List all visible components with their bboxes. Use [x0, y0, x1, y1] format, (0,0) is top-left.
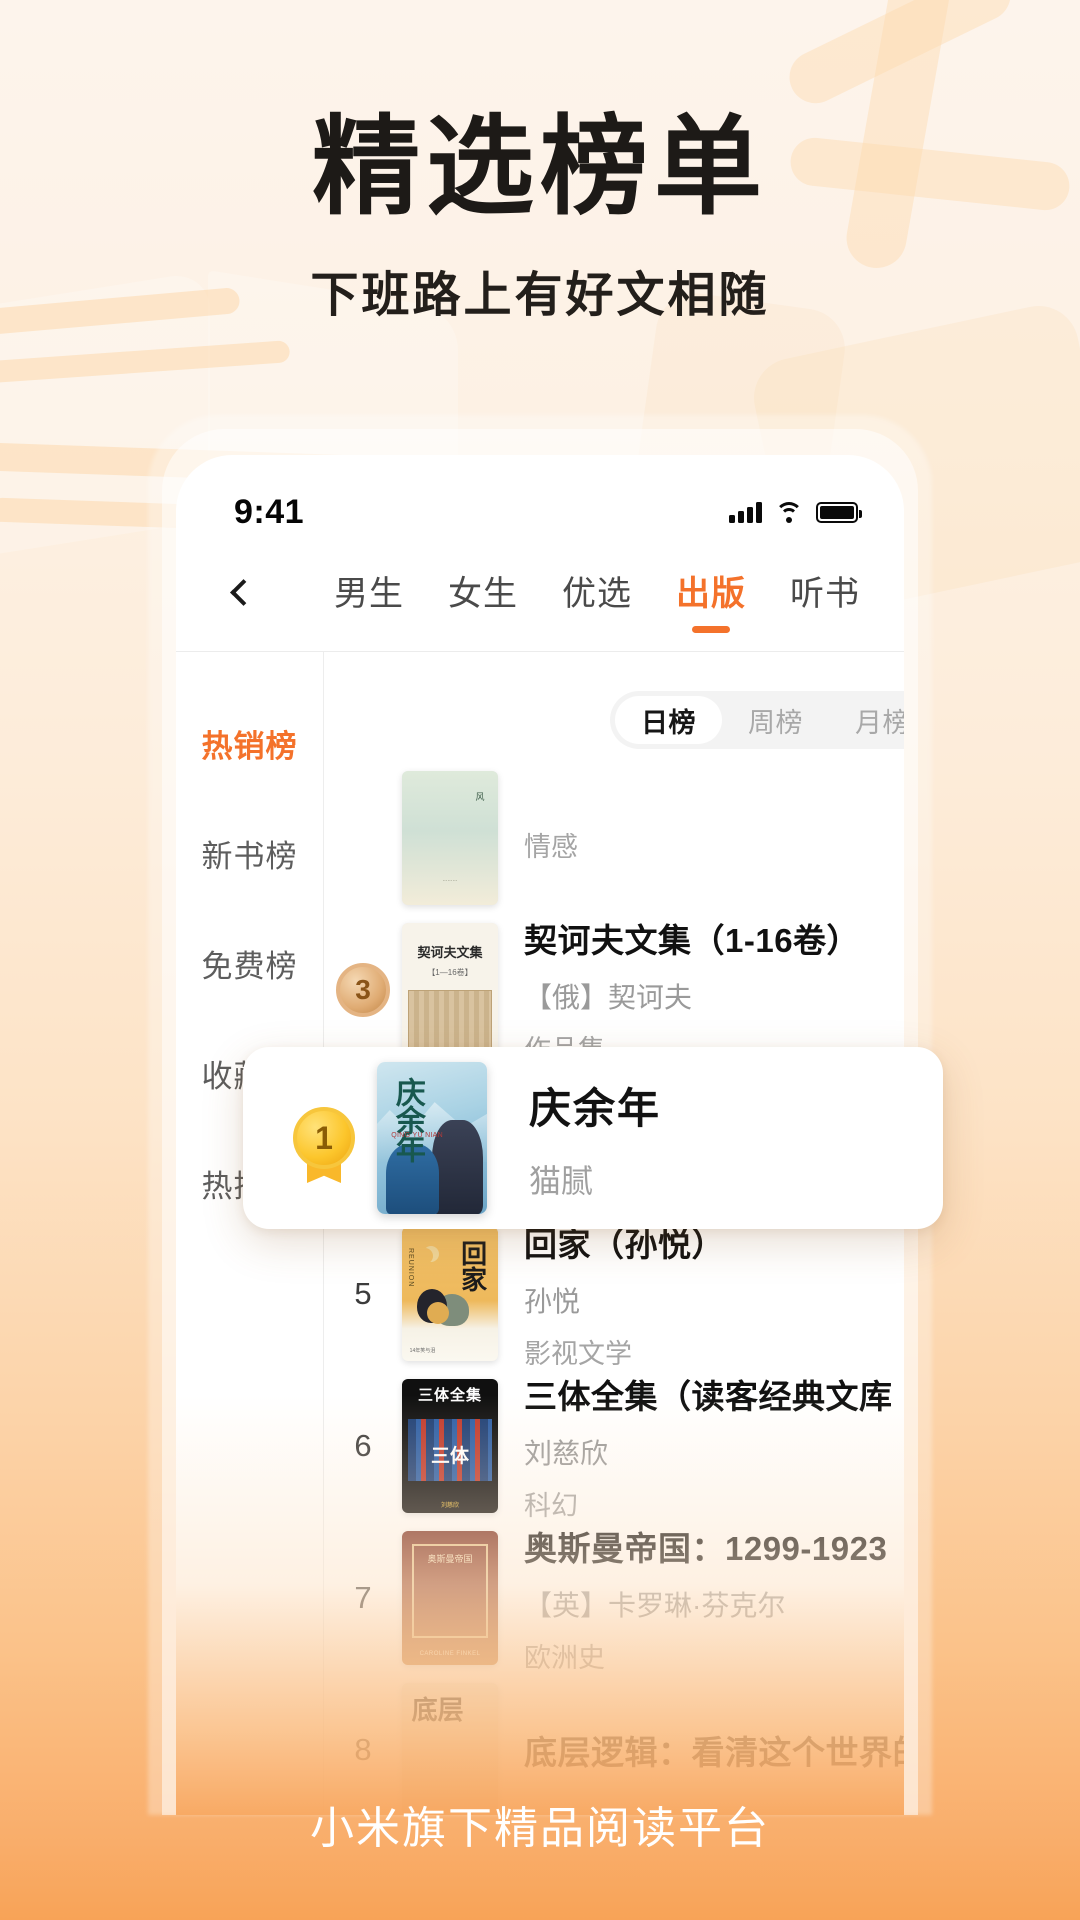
period-segment-row: 日榜 周榜 月榜 [324, 652, 904, 762]
book-cover: 回家 REUNION 14年笑与泪 [402, 1227, 498, 1361]
signal-icon [729, 501, 762, 523]
book-meta: 契诃夫文集（1-16卷） 【俄】契诃夫 作品集 [498, 914, 904, 1067]
cover-sub-text: 三体 [430, 1445, 469, 1467]
cover-sub-text: 【1—16卷】 [427, 968, 473, 978]
back-button[interactable] [212, 564, 268, 620]
book-category: 科幻 [524, 1490, 578, 1521]
cover-title-text: 契诃夫文集 [417, 944, 483, 960]
book-cover: 奥斯曼帝国 CAROLINE FINKEL [402, 1531, 498, 1665]
rank-number: 7 [354, 1580, 372, 1615]
book-author: 刘慈欣 [524, 1437, 609, 1469]
segment-weekly[interactable]: 周榜 [722, 696, 829, 744]
book-author: 猫腻 [529, 1162, 594, 1199]
cover-sub-text: CAROLINE FINKEL [419, 1650, 481, 1657]
book-meta: 三体全集（读客经典文库 ... 刘慈欣 科幻 [498, 1370, 904, 1523]
book-category: 欧洲史 [524, 1642, 605, 1673]
status-icons [729, 501, 862, 523]
cover-title-text: 底层 [411, 1696, 464, 1726]
book-meta: 底层逻辑：看清这个世界的... [498, 1726, 904, 1774]
segment-daily[interactable]: 日榜 [615, 696, 723, 744]
book-author: 【俄】契诃夫 [524, 981, 693, 1013]
book-meta: 情感 [498, 813, 904, 864]
tab-male[interactable]: 男生 [334, 566, 404, 619]
sidebar-item-new-books[interactable]: 新书榜 [176, 798, 323, 908]
cover-title-text: 三体全集 [417, 1387, 482, 1405]
book-cover: 风 ········· [402, 771, 498, 905]
poster-header: 精选榜单 下班路上有好文相随 [0, 0, 1080, 325]
table-row[interactable]: 3 契诃夫文集 【1—16卷】 契诃夫文集（1-16卷） 【俄】契诃夫 作品集 [324, 914, 904, 1066]
book-cover: 三体全集 三体 刘慈欣 [402, 1379, 498, 1513]
rank-medal: 3 [324, 963, 402, 1017]
book-title: 三体全集（读客经典文库 ... [524, 1377, 904, 1415]
cover-title-text: 奥斯曼帝国 [427, 1554, 473, 1565]
wifi-icon [775, 501, 803, 523]
book-title: 庆余年 [529, 1084, 662, 1132]
segment-monthly[interactable]: 月榜 [829, 696, 904, 744]
ranking-list-area: 日榜 周榜 月榜 风 ········· 情感 3 契诃夫文集 【1—16卷】 … [324, 652, 904, 1815]
rank-sidebar: 热销榜 新书榜 免费榜 收藏榜 热搜榜 [176, 652, 324, 1812]
book-cover: 契诃夫文集 【1—16卷】 [402, 923, 498, 1057]
book-title: 奥斯曼帝国：1299-1923 [524, 1529, 888, 1567]
period-segment-control: 日榜 周榜 月榜 [610, 691, 904, 749]
book-author: 孙悦 [524, 1285, 581, 1317]
status-time: 9:41 [234, 492, 305, 531]
rank-number: 8 [354, 1732, 372, 1767]
cover-title-text: 庆余年 [390, 1077, 424, 1162]
battery-icon [816, 501, 862, 523]
book-category: 影视文学 [524, 1338, 632, 1369]
table-row[interactable]: 7 奥斯曼帝国 CAROLINE FINKEL 奥斯曼帝国：1299-1923 … [324, 1522, 904, 1674]
sidebar-item-hot-sales[interactable]: 热销榜 [176, 688, 323, 798]
book-meta: 奥斯曼帝国：1299-1923 【英】卡罗琳·芬克尔 欧洲史 [498, 1522, 904, 1675]
page-subtitle: 下班路上有好文相随 [310, 268, 770, 322]
tab-selected[interactable]: 优选 [562, 566, 632, 619]
ranking-content: 热销榜 新书榜 免费榜 收藏榜 热搜榜 日榜 周榜 月榜 [176, 652, 904, 1815]
rank-number: 5 [354, 1276, 372, 1311]
cover-pinyin-text: QING YU NIAN [391, 1131, 443, 1139]
book-title: 契诃夫文集（1-16卷） [524, 921, 861, 959]
medal-bronze-icon: 3 [336, 963, 390, 1017]
medal-gold-icon: 1 [293, 1107, 355, 1169]
rank-number: 6 [354, 1428, 372, 1463]
book-cover: 庆余年 QING YU NIAN [377, 1062, 487, 1214]
category-tabs: 男生 女生 优选 出版 听书 [268, 566, 864, 619]
tab-audiobook[interactable]: 听书 [790, 566, 860, 619]
book-meta: 回家（孙悦） 孙悦 影视文学 [498, 1218, 904, 1371]
footer-tagline: 小米旗下精品阅读平台 [310, 1804, 770, 1853]
status-bar: 9:41 [176, 455, 904, 547]
table-row[interactable]: 6 三体全集 三体 刘慈欣 三体全集（读客经典文库 ... 刘慈欣 科幻 [324, 1370, 904, 1522]
rank-medal: 1 [281, 1107, 367, 1169]
book-title: 底层逻辑：看清这个世界的... [524, 1734, 904, 1771]
table-row[interactable]: 风 ········· 情感 [324, 762, 904, 914]
table-row[interactable]: 5 回家 REUNION 14年笑与泪 回家（孙悦） 孙悦 影视文学 [324, 1218, 904, 1370]
book-author: 【英】卡罗琳·芬克尔 [524, 1589, 786, 1621]
tab-female[interactable]: 女生 [448, 566, 518, 619]
sidebar-item-free[interactable]: 免费榜 [176, 908, 323, 1018]
top-navigation: 男生 女生 优选 出版 听书 [176, 547, 904, 637]
featured-book-card[interactable]: 1 庆余年 QING YU NIAN 庆余年 猫腻 [243, 1047, 943, 1229]
page-title: 精选榜单 [311, 109, 768, 228]
phone-mockup: 9:41 男生 女生 优选 出版 听书 热销榜 新书榜 免费榜 日榜 周榜 月榜… [148, 415, 943, 1815]
book-category: 情感 [524, 831, 578, 862]
chevron-left-icon [229, 578, 257, 606]
book-meta: 庆余年 猫腻 [487, 1075, 661, 1202]
tab-published[interactable]: 出版 [676, 566, 746, 619]
cover-title-text: 回家 [457, 1240, 487, 1293]
